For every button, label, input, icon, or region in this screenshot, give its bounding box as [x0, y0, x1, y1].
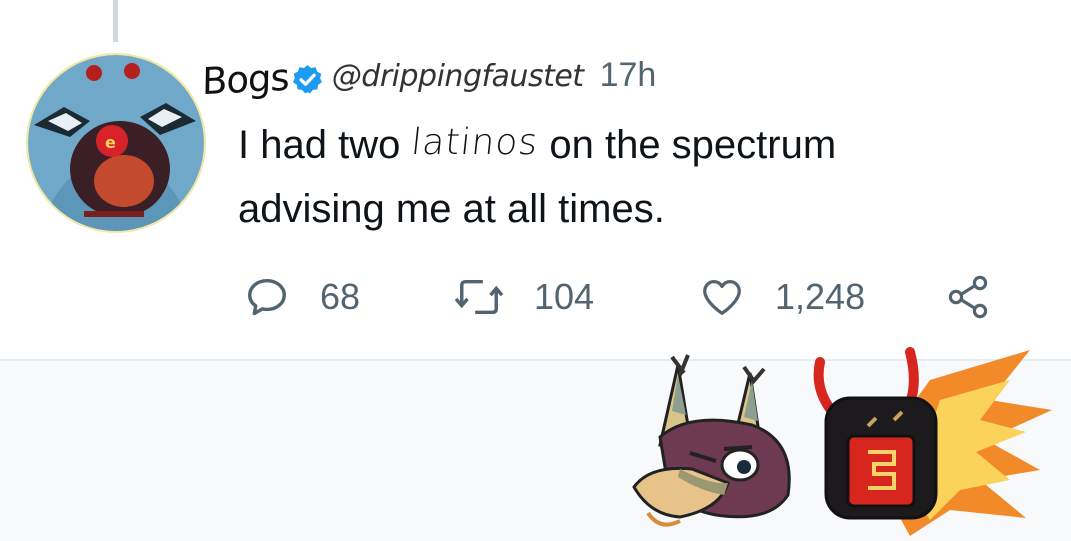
- fox-character-sticker: [632, 354, 791, 527]
- tweet-header: Bogs @drippingfaustet 17h: [202, 34, 657, 104]
- heart-icon: [703, 280, 741, 315]
- avatar[interactable]: e: [24, 51, 208, 235]
- verified-badge-icon: [292, 65, 322, 94]
- devil-character-sticker: [813, 347, 1052, 536]
- like-button[interactable]: 1,248: [699, 274, 944, 320]
- tweet-text-line1-end: on the spectrum: [538, 123, 837, 167]
- svg-text:e: e: [105, 133, 116, 152]
- reply-button[interactable]: 68: [244, 274, 444, 320]
- share-button[interactable]: [944, 273, 992, 321]
- tweet-text: I had two latinos on the spectrum advisi…: [238, 114, 1028, 241]
- retweet-count: 104: [534, 276, 595, 317]
- tweet-text-line2: advising me at all times.: [238, 187, 665, 231]
- retweet-button[interactable]: 104: [454, 274, 689, 320]
- tweet-text-emphasis: latinos: [409, 122, 541, 163]
- thread-line: [113, 0, 118, 42]
- handle[interactable]: @drippingfaustet: [332, 62, 584, 92]
- reply-count: 68: [320, 276, 361, 317]
- display-name[interactable]: Bogs: [202, 56, 289, 104]
- like-count: 1,248: [775, 276, 866, 317]
- retweet-icon: [454, 279, 504, 315]
- action-bar: 68 104 1,248: [244, 272, 992, 322]
- reply-icon: [248, 278, 286, 316]
- timestamp[interactable]: 17h: [600, 58, 657, 92]
- share-icon: [948, 275, 988, 319]
- tweet-text-start: I had two: [238, 123, 401, 167]
